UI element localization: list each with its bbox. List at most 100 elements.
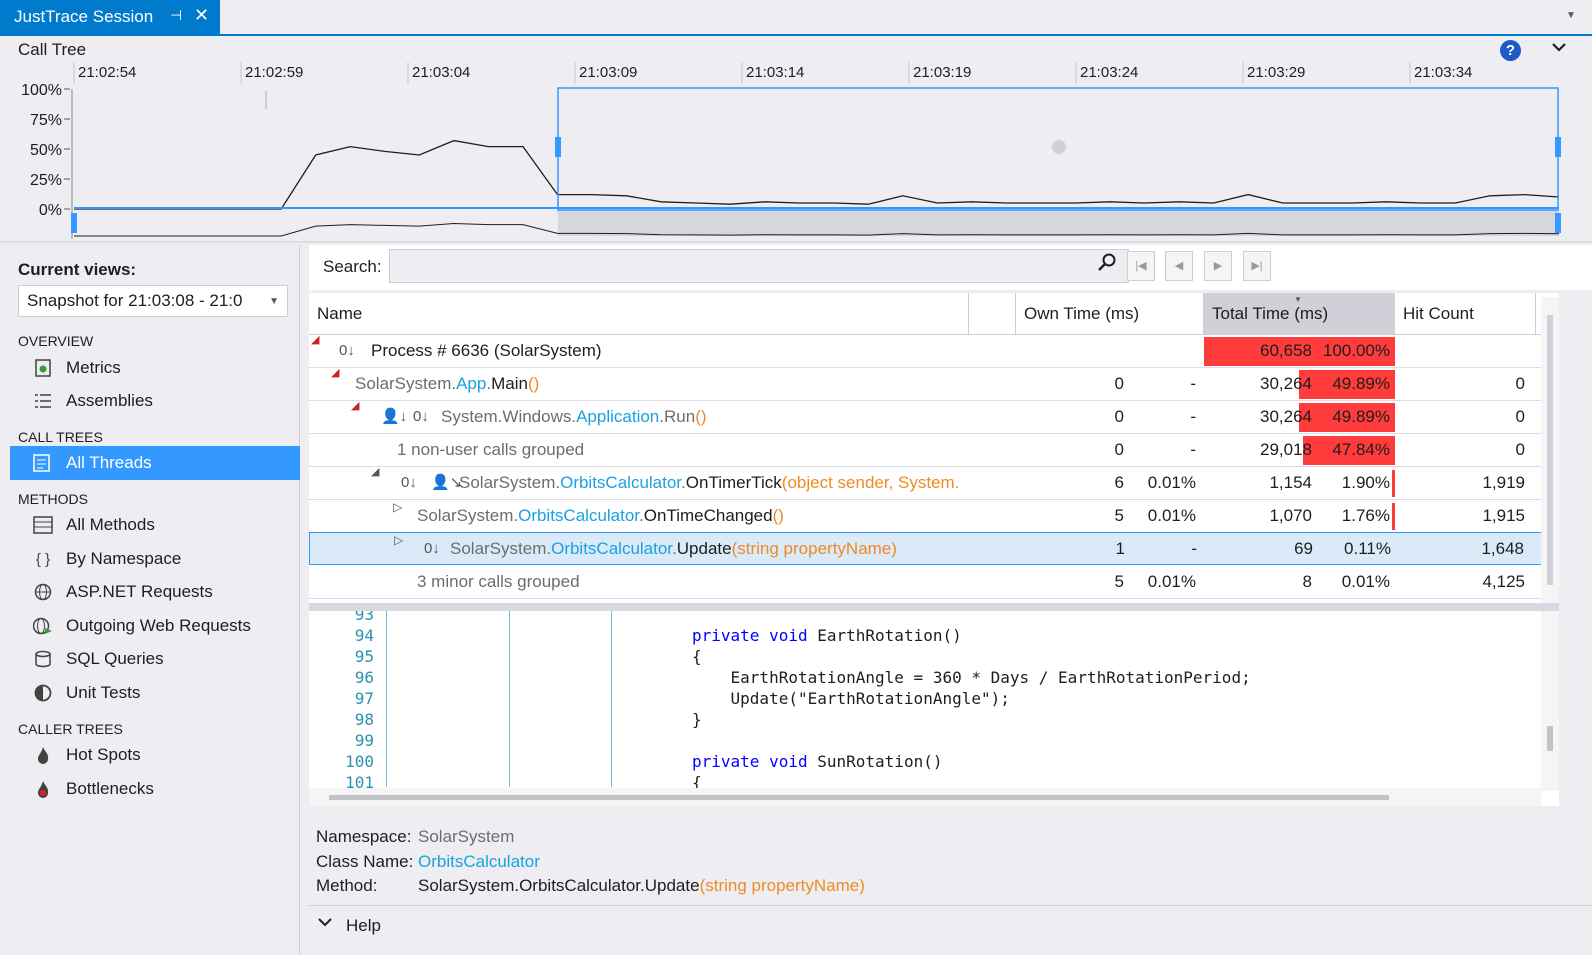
method-details: Namespace: SolarSystem Class Name: Orbit…: [309, 815, 1592, 905]
table-row[interactable]: ◢ 👤↓ 0↓ System.Windows.Application.Run()…: [309, 399, 1545, 434]
collapsed-arrow-icon[interactable]: ▷: [394, 533, 403, 547]
sidebar-item-assemblies[interactable]: Assemblies: [10, 384, 300, 418]
total-time-value: 29,018: [1260, 440, 1312, 459]
plot-area: [74, 89, 1559, 209]
total-time-value: 1,070: [1269, 506, 1312, 525]
help-bar[interactable]: Help: [309, 905, 1592, 955]
sidebar-item-bottlenecks[interactable]: Bottlenecks: [10, 772, 300, 806]
half-circle-icon: [32, 682, 54, 704]
hit-count-value: 0: [1515, 374, 1525, 393]
selection-handle-right: [1555, 137, 1561, 157]
session-tab[interactable]: JustTrace Session ⊣ ✕: [0, 0, 220, 34]
cpu-timeline[interactable]: 21:02:54 21:02:59 21:03:04 21:03:09 21:03:14…: [0, 60, 1592, 243]
thread-sort-icon: 0↓: [401, 474, 417, 491]
chevron-down-icon[interactable]: [317, 915, 333, 931]
indent-guide: [386, 611, 387, 787]
snapshot-dropdown[interactable]: Snapshot for 21:03:08 - 21:0 ▼: [18, 285, 288, 317]
collapse-timeline-icon[interactable]: [1550, 38, 1568, 61]
line-number: 96: [354, 668, 374, 687]
sort-desc-icon: ▼: [1294, 295, 1302, 304]
hit-count-value: 0: [1515, 440, 1525, 459]
line-number: 95: [354, 647, 374, 666]
expanded-arrow-icon[interactable]: ◢: [311, 333, 319, 346]
collapsed-arrow-icon[interactable]: ▷: [393, 500, 402, 514]
first-result-button[interactable]: |◀: [1127, 251, 1155, 281]
code-line: }: [692, 710, 702, 729]
sidebar-item-aspnet-requests[interactable]: ASP.NET Requests: [10, 575, 300, 609]
source-code-view[interactable]: 93 94 private void EarthRotation() 95 {96 Ea…: [309, 611, 1559, 806]
sidebar-item-label: All Methods: [66, 515, 155, 534]
braces-icon: { }: [35, 550, 51, 568]
sidebar-item-hot-spots[interactable]: Hot Spots: [10, 738, 300, 772]
table-row[interactable]: 1 non-user calls grouped 0 - 29,018 47.8…: [309, 434, 1545, 467]
views-sidebar: Current views: Snapshot for 21:03:08 - 2…: [0, 245, 300, 955]
sidebar-item-label: Metrics: [66, 358, 121, 377]
tab-dropdown-icon[interactable]: ▼: [1566, 10, 1576, 21]
table-row[interactable]: ◢ SolarSystem.App.Main() 0 - 30,264 49.8…: [309, 366, 1545, 401]
hit-count-value: 1,915: [1482, 506, 1525, 525]
next-result-button[interactable]: ▶: [1204, 251, 1232, 281]
sidebar-item-by-namespace[interactable]: { } By Namespace: [10, 542, 300, 576]
table-row[interactable]: ◢ 0↓ 👤↘ SolarSystem.OrbitsCalculator.OnT…: [309, 465, 1545, 500]
view-title: Call Tree: [18, 40, 87, 59]
sidebar-item-outgoing-web-requests[interactable]: Outgoing Web Requests: [10, 609, 300, 643]
total-time-percent: 47.84%: [1332, 440, 1390, 459]
total-time-percent: 0.11%: [1344, 539, 1391, 558]
close-icon[interactable]: ✕: [194, 5, 209, 26]
help-icon[interactable]: ?: [1500, 40, 1521, 61]
sidebar-item-label: Assemblies: [66, 391, 153, 410]
globe-arrow-icon: [32, 615, 54, 637]
table-row[interactable]: 3 minor calls grouped 5 0.01% 8 0.01% 4,…: [309, 566, 1545, 599]
sidebar-item-label: Unit Tests: [66, 683, 141, 702]
own-time-percent: 0.01%: [1147, 572, 1196, 591]
row-name: 1 non-user calls grouped: [397, 440, 585, 459]
sidebar-item-label: Hot Spots: [66, 745, 141, 764]
sidebar-item-metrics[interactable]: Metrics: [10, 351, 300, 385]
grid-vertical-scrollbar[interactable]: [1541, 297, 1559, 605]
pin-icon[interactable]: ⊣: [170, 7, 182, 24]
code-vertical-scrollbar[interactable]: [1541, 611, 1559, 791]
previous-result-button[interactable]: ◀: [1165, 251, 1193, 281]
expanded-arrow-icon[interactable]: ◢: [371, 465, 379, 478]
row-name: System.Windows.Application.Run(): [441, 407, 707, 426]
sidebar-item-sql-queries[interactable]: SQL Queries: [10, 642, 300, 676]
percent-axis-label: 75%: [30, 112, 62, 129]
total-time-value: 60,658: [1260, 341, 1312, 360]
expanded-arrow-icon[interactable]: ◢: [351, 399, 359, 412]
column-header-own-time[interactable]: Own Time (ms): [1016, 293, 1204, 335]
own-time-percent: -: [1190, 374, 1196, 393]
sidebar-item-all-threads[interactable]: All Threads: [10, 446, 300, 480]
scrollbar-thumb[interactable]: [1547, 315, 1553, 585]
expanded-arrow-icon[interactable]: ◢: [331, 366, 339, 379]
sidebar-item-label: ASP.NET Requests: [66, 582, 213, 601]
table-row[interactable]: ▷ SolarSystem.OrbitsCalculator.OnTimeCha…: [309, 500, 1545, 533]
own-time-percent: -: [1190, 440, 1196, 459]
sidebar-item-all-methods[interactable]: All Methods: [10, 508, 300, 542]
flame-icon: [32, 744, 54, 766]
column-header-total-time[interactable]: Total Time (ms) ▼: [1204, 293, 1395, 335]
class-value[interactable]: OrbitsCalculator: [418, 852, 540, 872]
overview-handle-right: [1555, 213, 1561, 233]
column-header-name[interactable]: Name: [309, 293, 969, 335]
column-header-hit-count[interactable]: Hit Count: [1395, 293, 1536, 335]
search-input[interactable]: [389, 249, 1129, 283]
column-header-blank[interactable]: [969, 293, 1016, 335]
overview-handle-left: [71, 213, 77, 233]
search-icon[interactable]: [1097, 252, 1117, 277]
method-label: Method:: [316, 876, 378, 895]
table-row[interactable]: ◢ 0↓ Process # 6636 (SolarSystem) 60,658…: [309, 333, 1545, 368]
thread-sort-icon: 0↓: [339, 342, 355, 359]
code-horizontal-scrollbar[interactable]: [309, 788, 1541, 806]
scrollbar-thumb[interactable]: [1547, 726, 1553, 751]
table-row-selected[interactable]: ▷ 0↓ SolarSystem.OrbitsCalculator.Update…: [309, 532, 1545, 565]
sidebar-item-label: All Threads: [66, 453, 152, 472]
section-caller-trees: CALLER TREES: [18, 721, 123, 737]
scrollbar-thumb[interactable]: [329, 795, 1389, 800]
session-tab-title: JustTrace Session: [14, 7, 154, 26]
time-tick-label: 21:03:09: [579, 64, 637, 81]
sidebar-item-label: Outgoing Web Requests: [66, 616, 251, 635]
sidebar-item-unit-tests[interactable]: Unit Tests: [10, 676, 300, 710]
splitter[interactable]: [309, 603, 1559, 611]
last-result-button[interactable]: ▶|: [1243, 251, 1271, 281]
thread-sort-icon: 0↓: [424, 540, 440, 557]
